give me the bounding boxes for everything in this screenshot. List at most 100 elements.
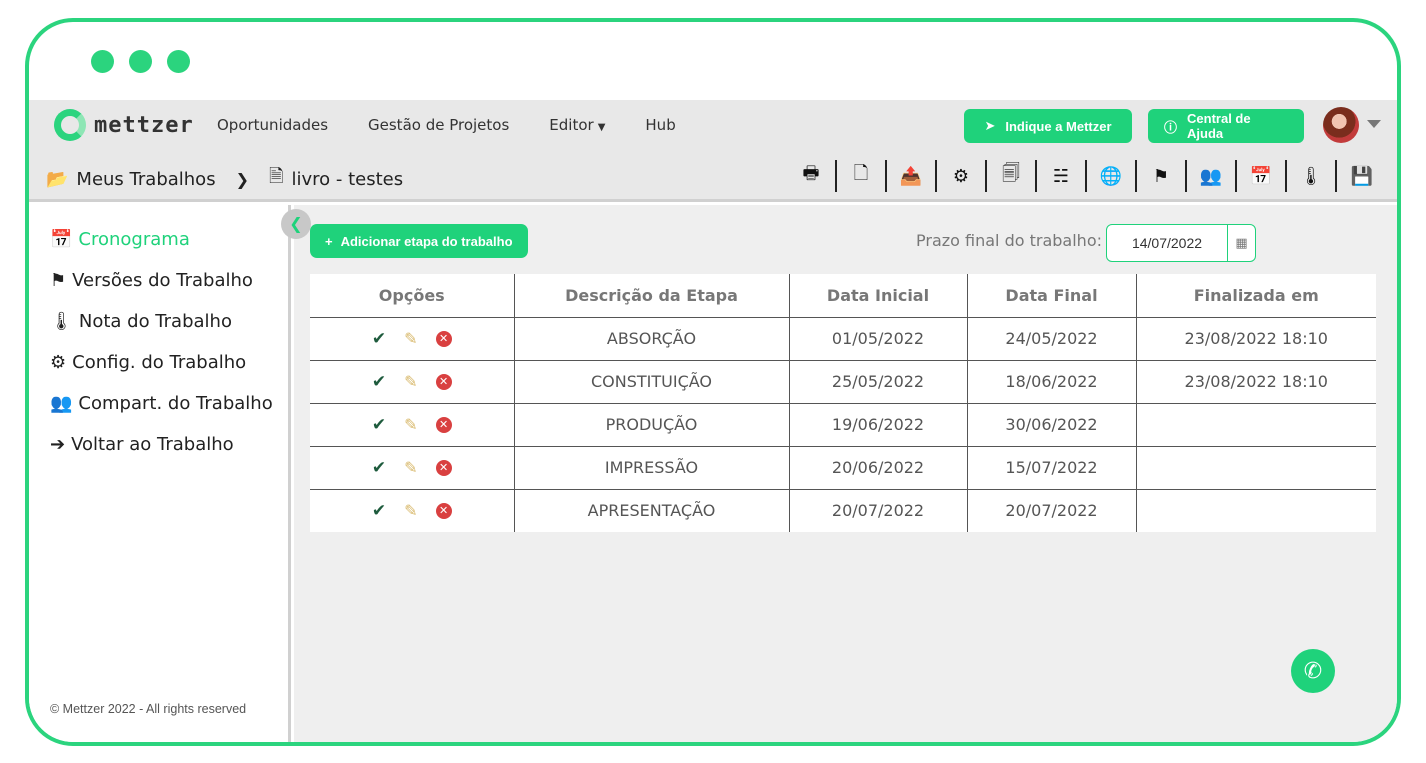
breadcrumb-root[interactable]: Meus Trabalhos bbox=[76, 169, 215, 190]
thermometer-icon: 🌡 bbox=[50, 311, 73, 332]
avatar[interactable] bbox=[1323, 107, 1359, 143]
calendar-icon[interactable]: ▦ bbox=[1227, 225, 1255, 261]
nav-link-gestao[interactable]: Gestão de Projetos bbox=[368, 116, 509, 134]
table-row: ✔ ✎ ✕ PRODUÇÃO 19/06/2022 30/06/2022 bbox=[310, 403, 1376, 447]
sidebar-item-nota[interactable]: 🌡 Nota do Trabalho bbox=[50, 311, 232, 332]
main-content: + Adicionar etapa do trabalho Prazo fina… bbox=[294, 205, 1397, 742]
users-icon: 👥 bbox=[50, 393, 73, 414]
sidebar-item-label: Voltar ao Trabalho bbox=[71, 434, 234, 455]
breadcrumb-bar: 📂 Meus Trabalhos ❯ 🗎 livro - testes 🖶 🗋 … bbox=[29, 150, 1397, 202]
save-icon[interactable]: 💾 bbox=[1337, 160, 1387, 192]
sidebar-item-compart[interactable]: 👥 Compart. do Trabalho bbox=[50, 393, 273, 414]
sidebar-item-versoes[interactable]: ⚑ Versões do Trabalho bbox=[50, 270, 253, 291]
column-header-data-final: Data Final bbox=[966, 274, 1136, 318]
nav-link-hub[interactable]: Hub bbox=[645, 116, 675, 134]
indique-button[interactable]: ➤ Indique a Mettzer bbox=[964, 109, 1132, 143]
pencil-icon[interactable]: ✎ bbox=[404, 415, 417, 434]
table-header-row: Opções Descrição da Etapa Data Inicial D… bbox=[310, 274, 1376, 318]
collapse-sidebar-button[interactable]: ❮ bbox=[281, 209, 311, 239]
data-inicial-cell: 20/06/2022 bbox=[788, 446, 967, 490]
toolbar: 🖶 🗋 📤 ⚙ 🗐 ☵ 🌐 ⚑ 👥 📅 🌡 💾 bbox=[787, 160, 1387, 192]
sidebar-item-label: Nota do Trabalho bbox=[78, 311, 232, 332]
sidebar-item-label: Compart. do Trabalho bbox=[78, 393, 273, 414]
sidebar-item-label: Cronograma bbox=[78, 229, 190, 250]
data-final-cell: 24/05/2022 bbox=[966, 317, 1136, 361]
descricao-cell: ABSORÇÃO bbox=[513, 317, 789, 361]
copy-icon[interactable]: 🗐 bbox=[987, 160, 1037, 192]
calendar-icon[interactable]: 📅 bbox=[1237, 160, 1287, 192]
sidebar-item-voltar[interactable]: ➔ Voltar ao Trabalho bbox=[50, 434, 234, 455]
column-header-descricao: Descrição da Etapa bbox=[513, 274, 789, 318]
nav-link-oportunidades[interactable]: Oportunidades bbox=[217, 116, 328, 134]
window-dot-1[interactable] bbox=[91, 50, 114, 73]
print-icon[interactable]: 🖶 bbox=[787, 160, 837, 192]
breadcrumb: 📂 Meus Trabalhos ❯ 🗎 livro - testes bbox=[46, 164, 403, 194]
folder-open-icon: 📂 bbox=[46, 168, 69, 190]
word-icon[interactable]: 🗋 bbox=[837, 160, 887, 192]
table-row: ✔ ✎ ✕ ABSORÇÃO 01/05/2022 24/05/2022 23/… bbox=[310, 317, 1376, 361]
pencil-icon[interactable]: ✎ bbox=[404, 501, 417, 520]
globe-icon[interactable]: 🌐 bbox=[1087, 160, 1137, 192]
check-icon[interactable]: ✔ bbox=[372, 415, 386, 435]
flag-icon: ⚑ bbox=[50, 270, 67, 291]
ajuda-button[interactable]: ⓘ Central de Ajuda bbox=[1148, 109, 1304, 143]
file-icon: 🗎 bbox=[268, 166, 284, 187]
delete-icon[interactable]: ✕ bbox=[435, 502, 452, 519]
window-dot-2[interactable] bbox=[129, 50, 152, 73]
options-cell: ✔ ✎ ✕ bbox=[310, 403, 514, 447]
add-etapa-button[interactable]: + Adicionar etapa do trabalho bbox=[310, 224, 528, 258]
finalizada-cell bbox=[1135, 489, 1376, 532]
options-cell: ✔ ✎ ✕ bbox=[310, 360, 514, 404]
deadline-date-value[interactable]: 14/07/2022 bbox=[1107, 225, 1227, 261]
help-circle-icon: ⓘ bbox=[1164, 119, 1178, 135]
finalizada-cell bbox=[1135, 446, 1376, 490]
flag-icon[interactable]: ⚑ bbox=[1137, 160, 1187, 192]
check-icon[interactable]: ✔ bbox=[372, 458, 386, 478]
window-dot-3[interactable] bbox=[167, 50, 190, 73]
check-icon[interactable]: ✔ bbox=[372, 372, 386, 392]
whatsapp-icon[interactable]: ✆ bbox=[1291, 649, 1335, 693]
descricao-cell: CONSTITUIÇÃO bbox=[513, 360, 789, 404]
delete-icon[interactable]: ✕ bbox=[435, 459, 452, 476]
check-icon[interactable]: ✔ bbox=[372, 501, 386, 521]
table-row: ✔ ✎ ✕ CONSTITUIÇÃO 25/05/2022 18/06/2022… bbox=[310, 360, 1376, 404]
descricao-cell: PRODUÇÃO bbox=[513, 403, 789, 447]
users-icon[interactable]: 👥 bbox=[1187, 160, 1237, 192]
sidebar-item-cronograma[interactable]: 📅 Cronograma bbox=[50, 229, 190, 250]
nav-links: Oportunidades Gestão de Projetos Editor ▼… bbox=[217, 100, 676, 150]
copyright: © Mettzer 2022 - All rights reserved bbox=[50, 702, 247, 716]
check-icon[interactable]: ✔ bbox=[372, 329, 386, 349]
options-cell: ✔ ✎ ✕ bbox=[310, 317, 514, 361]
pencil-icon[interactable]: ✎ bbox=[404, 329, 417, 348]
breadcrumb-current: livro - testes bbox=[291, 168, 404, 190]
delete-icon[interactable]: ✕ bbox=[435, 373, 452, 390]
nav-link-editor[interactable]: Editor ▼ bbox=[549, 116, 605, 134]
delete-icon[interactable]: ✕ bbox=[435, 330, 452, 347]
app-frame: mettzer Oportunidades Gestão de Projetos… bbox=[25, 18, 1401, 746]
delete-icon[interactable]: ✕ bbox=[435, 416, 452, 433]
column-header-finalizada: Finalizada em bbox=[1135, 274, 1376, 318]
data-final-cell: 20/07/2022 bbox=[966, 489, 1136, 532]
column-header-opcoes: Opções bbox=[310, 274, 514, 318]
pencil-icon[interactable]: ✎ bbox=[404, 458, 417, 477]
data-inicial-cell: 25/05/2022 bbox=[788, 360, 967, 404]
caret-down-icon[interactable] bbox=[1367, 120, 1381, 128]
chevron-down-icon: ▼ bbox=[597, 122, 606, 133]
thermometer-icon[interactable]: 🌡 bbox=[1287, 160, 1337, 192]
brand-name: mettzer bbox=[94, 112, 194, 138]
window-controls bbox=[91, 50, 190, 73]
data-inicial-cell: 19/06/2022 bbox=[788, 403, 967, 447]
settings-icon[interactable]: ⚙ bbox=[937, 160, 987, 192]
deadline-date-field[interactable]: 14/07/2022 ▦ bbox=[1106, 224, 1256, 262]
top-navbar: mettzer Oportunidades Gestão de Projetos… bbox=[29, 100, 1397, 150]
share-arrow-icon: ➤ bbox=[984, 118, 996, 133]
sidebar-item-config[interactable]: ⚙ Config. do Trabalho bbox=[50, 352, 246, 373]
binoculars-icon[interactable]: ☵ bbox=[1037, 160, 1087, 192]
export-icon[interactable]: 📤 bbox=[887, 160, 937, 192]
data-inicial-cell: 20/07/2022 bbox=[788, 489, 967, 532]
pencil-icon[interactable]: ✎ bbox=[404, 372, 417, 391]
data-final-cell: 30/06/2022 bbox=[966, 403, 1136, 447]
indique-label: Indique a Mettzer bbox=[1005, 118, 1112, 134]
brand-logo[interactable]: mettzer bbox=[54, 109, 194, 141]
column-header-data-inicial: Data Inicial bbox=[788, 274, 967, 318]
